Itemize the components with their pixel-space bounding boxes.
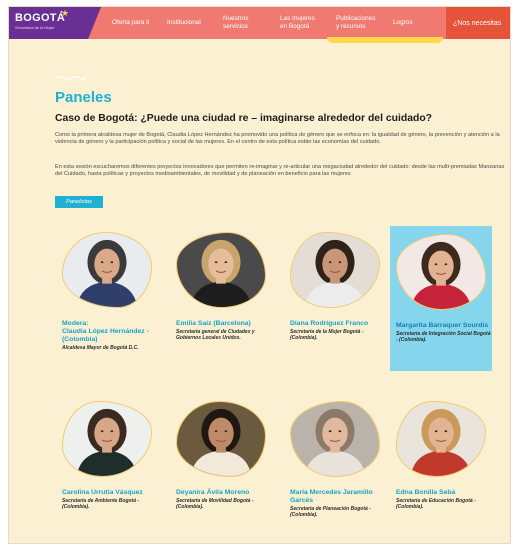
panelist-photo: [290, 232, 380, 308]
panelist-photo: [176, 232, 266, 308]
panelist-role: Secretaria general de Ciudades y Gobiern…: [176, 329, 255, 342]
nav-item-oferta[interactable]: Oferta para ti: [112, 7, 149, 39]
panelist-photo: [396, 401, 486, 477]
panelist-info: Emilia Saiz (Barcelona) Secretaria genera…: [176, 320, 272, 341]
nav-item-mujeres[interactable]: Las mujeres en Bogotá: [280, 7, 315, 39]
panelist-info: María Mercedes Jaramillo Garcés Secretari…: [290, 489, 386, 518]
page-frame: BOGOTÁ Secretaría de la Mujer ★ Oferta p…: [8, 6, 511, 544]
panelist-photo: [396, 234, 486, 310]
nav-item-logros[interactable]: Logros: [393, 7, 413, 39]
squiggle-decoration: [55, 75, 87, 81]
panelist-info: Deyanira Ávila Moreno Secretaria de Movil…: [176, 489, 272, 510]
panelist-name: Carolina Urrutia Vásquez: [62, 489, 143, 496]
panelist-info: Diana Rodríguez Franco Secretaria de la M…: [290, 320, 386, 341]
panelist-info: Edna Bonilla Sebá Secretaria de Educación…: [396, 489, 492, 510]
logo[interactable]: BOGOTÁ Secretaría de la Mujer ★: [9, 7, 101, 39]
nav-item-institucional[interactable]: Institucional: [167, 7, 201, 39]
panelist-card: Diana Rodríguez Franco Secretaria de la M…: [284, 224, 386, 364]
panelist-card: Edna Bonilla Sebá Secretaria de Educación…: [390, 393, 492, 533]
nav-item-servicios[interactable]: Nuestros servicios: [223, 7, 249, 39]
top-nav: BOGOTÁ Secretaría de la Mujer ★ Oferta p…: [9, 7, 510, 39]
intro-paragraph: Como la primera alcaldesa mujer de Bogot…: [55, 132, 500, 145]
panelist-info: Modera: Claudia López Hernández - (Colom…: [62, 320, 158, 351]
panelist-name: Edna Bonilla Sebá: [396, 489, 456, 496]
panelist-role: Alcaldesa Mayor de Bogotá D.C.: [62, 345, 139, 351]
panelists-button[interactable]: Panelistas: [55, 196, 103, 208]
logo-text: BOGOTÁ: [15, 12, 66, 24]
panelist-name: Diana Rodríguez Franco: [290, 320, 369, 327]
panelist-photo: [62, 401, 152, 477]
panelist-card: Margarita Barraquer Sourdis Secretaria de…: [390, 226, 492, 371]
section-title: Paneles: [55, 89, 112, 106]
panelist-card: Carolina Urrutia Vásquez Secretaria de Am…: [56, 393, 158, 533]
panelist-role: Secretaria de Planeación Bogotá - (Colom…: [290, 506, 371, 519]
nav-item-publicaciones[interactable]: Publicaciones y recursos: [336, 7, 375, 39]
decorative-pill: [327, 37, 443, 43]
panelist-photo: [290, 401, 380, 477]
panelist-role: Secretaria de Educación Bogotá - (Colomb…: [396, 498, 476, 511]
panelist-info: Carolina Urrutia Vásquez Secretaria de Am…: [62, 489, 158, 510]
panelist-photo: [62, 232, 152, 308]
panelist-role: Secretaria de Movilidad Bogotá - (Colomb…: [176, 498, 254, 511]
panelist-card: María Mercedes Jaramillo Garcés Secretari…: [284, 393, 386, 533]
help-cta-button[interactable]: ¿Nos necesitas: [446, 7, 510, 39]
logo-subtitle: Secretaría de la Mujer: [15, 25, 55, 30]
panelist-card: Modera: Claudia López Hernández - (Colom…: [56, 224, 158, 364]
case-title: Caso de Bogotá: ¿Puede una ciudad re – i…: [55, 113, 433, 124]
panelist-name: Deyanira Ávila Moreno: [176, 489, 250, 496]
session-paragraph: En esta sesión escucharemos diferentes p…: [55, 164, 505, 177]
panelist-role: Secretaria de Integración Social Bogotá …: [396, 331, 491, 344]
panelist-name: María Mercedes Jaramillo Garcés: [290, 489, 373, 504]
panelist-name: Margarita Barraquer Sourdis: [396, 322, 489, 329]
panelist-card: Deyanira Ávila Moreno Secretaria de Movil…: [170, 393, 272, 533]
panelist-info: Margarita Barraquer Sourdis Secretaria de…: [396, 322, 492, 343]
panelist-name: Emilia Saiz (Barcelona): [176, 320, 251, 327]
star-icon: ★: [61, 8, 70, 18]
panelist-photo: [176, 401, 266, 477]
panelist-role: Secretaria de Ambiente Bogotá - (Colombi…: [62, 498, 140, 511]
panelist-card: Emilia Saiz (Barcelona) Secretaria genera…: [170, 224, 272, 364]
panelist-role: Secretaria de la Mujer Bogotá - (Colombi…: [290, 329, 364, 342]
panelist-name: Modera: Claudia López Hernández - (Colom…: [62, 320, 149, 343]
